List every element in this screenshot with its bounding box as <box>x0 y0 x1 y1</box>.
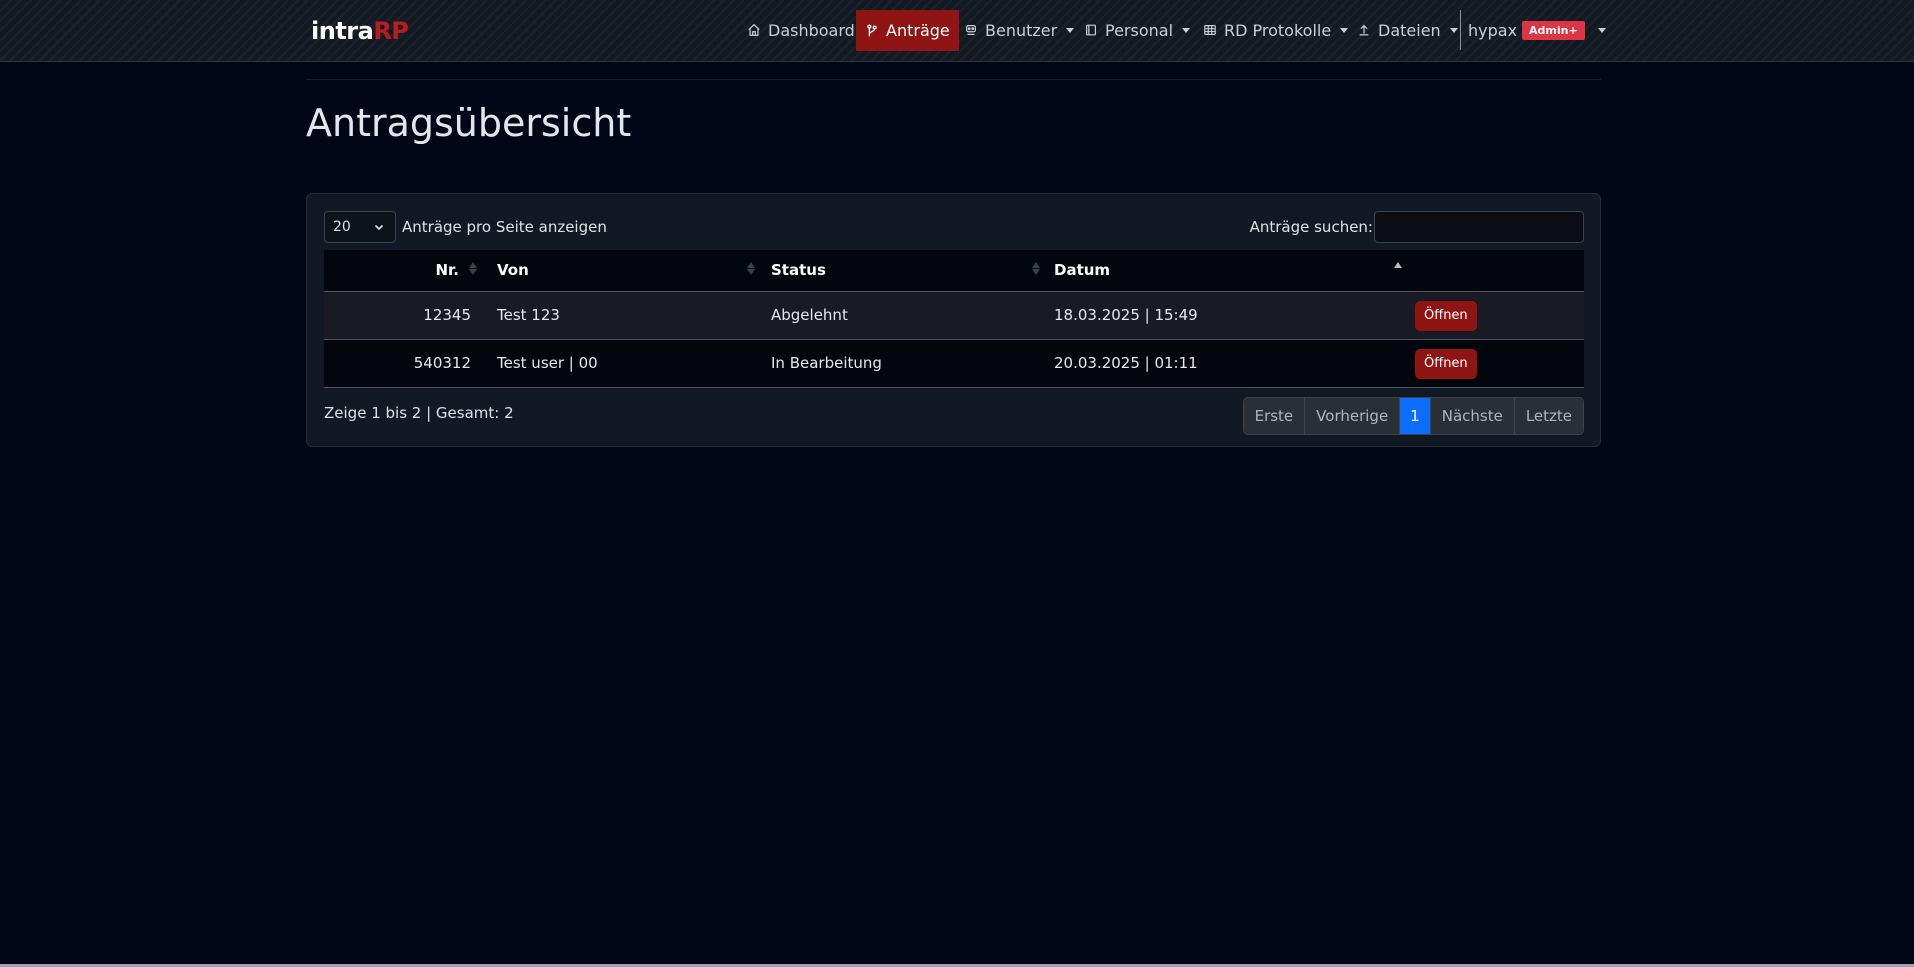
brand-text-accent: RP <box>373 17 409 45</box>
cell-actions: Öffnen <box>1405 291 1584 340</box>
nav-divider <box>1460 10 1461 50</box>
cell-status: In Bearbeitung <box>761 339 1044 388</box>
column-header-von[interactable]: Von <box>487 250 761 292</box>
table-row: 12345 Test 123 Abgelehnt 18.03.2025 | 15… <box>324 291 1584 340</box>
pagination-first-button[interactable]: Erste <box>1243 398 1306 434</box>
table-header-row: Nr. Von Status Datum <box>324 250 1584 292</box>
nav-label-rd-protokolle: RD Protokolle <box>1224 20 1332 40</box>
pagination: Erste Vorherige 1 Nächste Letzte <box>1242 397 1584 435</box>
column-header-actions <box>1405 250 1584 292</box>
sort-icon <box>747 262 755 278</box>
nav-item-personal[interactable]: Personal <box>1075 10 1199 50</box>
chevron-down-icon <box>1449 28 1458 33</box>
cell-nr: 12345 <box>324 291 487 340</box>
column-header-label: Von <box>497 261 529 280</box>
requests-table: Nr. Von Status Datum 12345 Test 123 Abge… <box>324 250 1584 388</box>
admin-badge: Admin+ <box>1522 20 1585 40</box>
brand-text-main: intra <box>311 17 374 45</box>
column-header-nr[interactable]: Nr. <box>324 250 487 292</box>
user-name: hypax <box>1468 20 1518 40</box>
cell-nr: 540312 <box>324 339 487 388</box>
open-button[interactable]: Öffnen <box>1415 301 1477 331</box>
page-length-select[interactable]: 20 <box>324 211 396 243</box>
nav-label-personal: Personal <box>1105 20 1174 40</box>
cell-von: Test user | 00 <box>487 339 761 388</box>
open-button[interactable]: Öffnen <box>1415 349 1477 379</box>
page-title: Antragsübersicht <box>306 101 632 145</box>
git-branch-icon <box>865 24 879 38</box>
nav-item-dateien[interactable]: Dateien <box>1348 10 1467 50</box>
nav-label-dashboard: Dashboard <box>768 20 855 40</box>
column-header-label: Datum <box>1054 261 1111 280</box>
sort-ascending-icon <box>1394 262 1402 278</box>
column-header-label: Nr. <box>435 261 459 280</box>
page-length-label: Anträge pro Seite anzeigen <box>402 218 607 236</box>
requests-card: 20 Anträge pro Seite anzeigen Anträge su… <box>306 193 1601 447</box>
navbar: intraRP Dashboard Anträge Benutzer Perso… <box>0 0 1914 62</box>
nav-label-antraege: Anträge <box>886 21 950 40</box>
cell-actions: Öffnen <box>1405 339 1584 388</box>
nav-item-antraege[interactable]: Anträge <box>856 10 959 51</box>
nav-item-benutzer[interactable]: Benutzer <box>955 10 1083 50</box>
search-input[interactable] <box>1374 211 1584 243</box>
cell-datum: 20.03.2025 | 01:11 <box>1044 339 1405 388</box>
page-length-value: 20 <box>333 219 351 235</box>
user-menu[interactable]: hypax Admin+ <box>1468 10 1606 50</box>
brand-logo[interactable]: intraRP <box>311 16 409 46</box>
divider <box>306 79 1601 80</box>
column-header-status[interactable]: Status <box>761 250 1044 292</box>
home-icon <box>747 23 761 37</box>
nav-label-dateien: Dateien <box>1378 20 1441 40</box>
upload-icon <box>1357 23 1371 37</box>
chevron-down-icon <box>1066 28 1075 33</box>
table-info: Zeige 1 bis 2 | Gesamt: 2 <box>324 404 514 422</box>
nav-item-dashboard[interactable]: Dashboard <box>738 10 864 50</box>
book-icon <box>1084 23 1098 37</box>
sort-icon <box>1032 262 1040 278</box>
cell-von: Test 123 <box>487 291 761 340</box>
users-icon <box>964 23 978 37</box>
table-row: 540312 Test user | 00 In Bearbeitung 20.… <box>324 339 1584 388</box>
nav-item-rd-protokolle[interactable]: RD Protokolle <box>1194 10 1357 50</box>
chevron-down-icon <box>1182 28 1191 33</box>
cell-datum: 18.03.2025 | 15:49 <box>1044 291 1405 340</box>
chevron-down-icon <box>374 224 384 231</box>
pagination-page-1-button[interactable]: 1 <box>1400 398 1431 434</box>
column-header-datum[interactable]: Datum <box>1044 250 1405 292</box>
nav-label-benutzer: Benutzer <box>985 20 1058 40</box>
cell-status: Abgelehnt <box>761 291 1044 340</box>
table-icon <box>1203 23 1217 37</box>
pagination-last-button[interactable]: Letzte <box>1514 398 1583 434</box>
chevron-down-icon <box>1340 28 1349 33</box>
chevron-down-icon <box>1597 28 1606 33</box>
column-header-label: Status <box>771 261 826 280</box>
sort-icon <box>469 262 477 278</box>
pagination-previous-button[interactable]: Vorherige <box>1305 398 1401 434</box>
pagination-next-button[interactable]: Nächste <box>1430 398 1515 434</box>
search-label: Anträge suchen: <box>1249 218 1373 236</box>
